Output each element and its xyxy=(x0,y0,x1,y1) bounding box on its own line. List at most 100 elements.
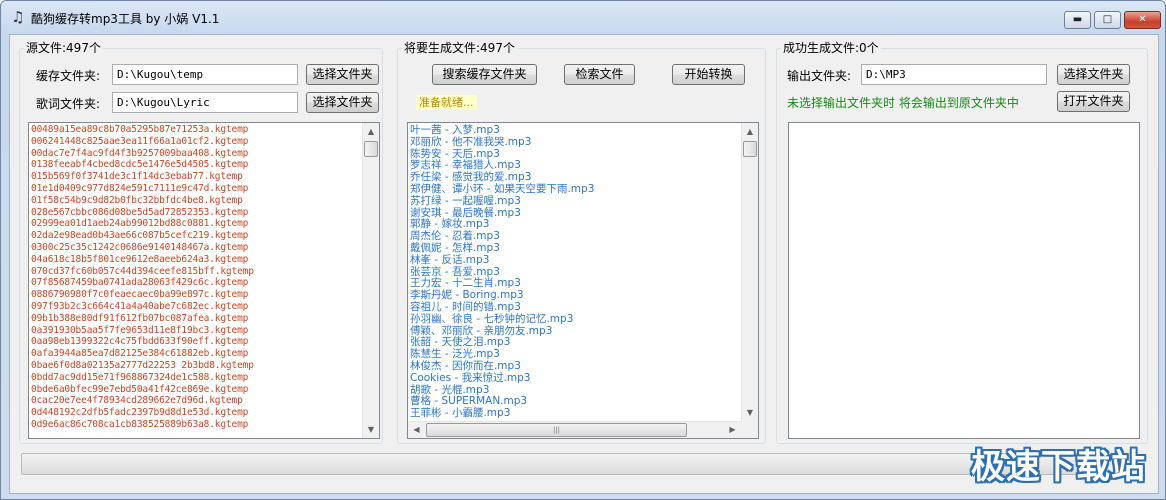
list-item[interactable]: 0bdd7ac9dd15e71f968867324de1c588.kgtemp xyxy=(31,372,254,384)
list-item[interactable]: 张韶 - 天使之泪.mp3 xyxy=(410,336,594,348)
source-count-title: 源文件:497个 xyxy=(24,41,103,55)
list-item[interactable]: 02da2e98ead0b43ae66c087b5cefc219.kgtemp xyxy=(31,230,254,242)
list-item[interactable]: 王力宏 - 十二生肖.mp3 xyxy=(410,277,594,289)
list-item[interactable]: 097f93b2c3c664c41a4a40abe7c682ec.kgtemp xyxy=(31,301,254,313)
list-item[interactable]: 林峯 - 反话.mp3 xyxy=(410,254,594,266)
generate-list-scrollbar[interactable]: ▲ ▼ xyxy=(741,123,758,421)
output-file-list[interactable] xyxy=(788,122,1140,439)
list-item[interactable]: 陈慧生 - 泛光.mp3 xyxy=(410,348,594,360)
watermark-text: 极速下载站 xyxy=(971,447,1146,487)
maximize-button[interactable]: □ xyxy=(1094,11,1121,29)
search-files-button[interactable]: 检索文件 xyxy=(564,64,635,85)
list-item[interactable]: Cookies - 我来惊过.mp3 xyxy=(410,372,594,384)
lyric-folder-input[interactable]: D:\Kugou\Lyric xyxy=(112,92,298,113)
list-item[interactable]: 罗志祥 - 幸福猎人.mp3 xyxy=(410,159,594,171)
output-folder-note: 未选择输出文件夹时 将会输出到原文件夹中 xyxy=(787,96,1019,110)
window-title: 酷狗缓存转mp3工具 by 小娲 V1.1 xyxy=(31,12,220,26)
list-item[interactable]: 乔任梁 - 感觉我的爱.mp3 xyxy=(410,171,594,183)
list-item[interactable]: 0bde6a0bfec99e7ebd50a41f42ce869e.kgtemp xyxy=(31,384,254,396)
list-item[interactable]: 0886790980f7c0feaecaec0ba99e897c.kgtemp xyxy=(31,289,254,301)
list-item[interactable]: 张芸京 - 吾爱.mp3 xyxy=(410,266,594,278)
music-note-icon: ♫ xyxy=(11,8,25,26)
list-item[interactable]: 0d9e6ac86c708ca1cb838525889b63a8.kgtemp xyxy=(31,419,254,431)
list-item[interactable]: 01f58c54b9c9d82b0fbc32bbfdc4be8.kgtemp xyxy=(31,195,254,207)
list-item[interactable]: 070cd37fc60b057c44d394ceefe815bff.kgtemp xyxy=(31,266,254,278)
list-item[interactable]: 09b1b388e80df91f612fb07bc087afea.kgtemp xyxy=(31,313,254,325)
generate-group: 将要生成文件:497个 搜索缓存文件夹 检索文件 开始转换 准备就绪... 叶一… xyxy=(397,42,766,444)
status-ready-text: 准备就绪... xyxy=(416,95,477,110)
output-folder-label: 输出文件夹: xyxy=(787,69,852,83)
search-cache-folder-button[interactable]: 搜索缓存文件夹 xyxy=(432,64,537,85)
list-item[interactable]: 07f85687459ba0741ada28063f429c6c.kgtemp xyxy=(31,277,254,289)
list-item[interactable]: 0aa98eb1399322c4c75fbdd633f90eff.kgtemp xyxy=(31,336,254,348)
scroll-right-arrow-icon[interactable]: ▶ xyxy=(724,422,741,438)
source-group: 源文件:497个 缓存文件夹: D:\Kugou\temp 选择文件夹 歌词文件… xyxy=(19,42,383,444)
list-item[interactable]: 邓丽欣 - 他不准我哭.mp3 xyxy=(410,136,594,148)
list-item[interactable]: 陈势安 - 天后.mp3 xyxy=(410,148,594,160)
title-bar[interactable]: ♫ 酷狗缓存转mp3工具 by 小娲 V1.1 ▬ □ ✕ xyxy=(1,1,1165,33)
minimize-button[interactable]: ▬ xyxy=(1064,11,1091,29)
minimize-icon: ▬ xyxy=(1072,14,1083,25)
choose-cache-folder-button[interactable]: 选择文件夹 xyxy=(306,64,379,85)
scroll-down-arrow-icon[interactable]: ▼ xyxy=(742,404,758,421)
list-item[interactable]: 苏打绿 - 一起喔喔.mp3 xyxy=(410,195,594,207)
list-item[interactable]: 0138feeabf4cbed8cdc5e1476e5d4505.kgtemp xyxy=(31,159,254,171)
success-count-title: 成功生成文件:0个 xyxy=(781,41,881,55)
scroll-corner xyxy=(741,421,758,438)
list-item[interactable]: 郭静 - 嫁妆.mp3 xyxy=(410,218,594,230)
horizontal-scroll-thumb[interactable]: ||| xyxy=(426,423,687,437)
lyric-folder-label: 歌词文件夹: xyxy=(36,97,101,111)
list-item[interactable]: 傅颖、邓丽欣 - 亲朋勿友.mp3 xyxy=(410,325,594,337)
close-icon: ✕ xyxy=(1138,14,1147,25)
list-item[interactable]: 0300c25c35c1242c0686e9140148467a.kgtemp xyxy=(31,242,254,254)
list-item[interactable]: 0d448192c2dfb5fadc2397b9d8d1e53d.kgtemp xyxy=(31,407,254,419)
choose-lyric-folder-button[interactable]: 选择文件夹 xyxy=(306,92,379,113)
list-item[interactable]: 00dac7e7f4ac9fd4f3b9257009baa408.kgtemp xyxy=(31,148,254,160)
cache-folder-input[interactable]: D:\Kugou\temp xyxy=(112,64,298,85)
list-item[interactable]: 006241448c825aae3ea11f66a1a01cf2.kgtemp xyxy=(31,136,254,148)
list-item[interactable]: 0afa3944a85ea7d82125e384c61882eb.kgtemp xyxy=(31,348,254,360)
scroll-thumb[interactable] xyxy=(743,141,757,157)
close-button[interactable]: ✕ xyxy=(1124,11,1161,29)
output-group: 成功生成文件:0个 输出文件夹: D:\MP3 选择文件夹 未选择输出文件夹时 … xyxy=(776,42,1148,444)
choose-output-folder-button[interactable]: 选择文件夹 xyxy=(1057,64,1130,85)
list-item[interactable]: 028e567cbbc086d08be5d5ad72852353.kgtemp xyxy=(31,207,254,219)
list-item[interactable]: 015b569f0f3741de3c1f14dc3ebab77.kgtemp xyxy=(31,171,254,183)
list-item[interactable]: 0cac20e7ee4f78934cd289662e7d96d.kgtemp xyxy=(31,395,254,407)
list-item[interactable]: 0bae6f0d8a02135a2777d22253 2b3bd8.kgtemp xyxy=(31,360,254,372)
open-folder-button[interactable]: 打开文件夹 xyxy=(1057,91,1130,112)
list-item[interactable]: 戴佩妮 - 怎样.mp3 xyxy=(410,242,594,254)
generate-list-hscrollbar[interactable]: ◀ ||| ▶ xyxy=(408,421,741,438)
generate-file-list[interactable]: 叶一茜 - 入梦.mp3 邓丽欣 - 他不准我哭.mp3 陈势安 - 天后.mp3 罗… xyxy=(407,122,759,439)
scroll-up-arrow-icon[interactable]: ▲ xyxy=(742,123,758,140)
list-item[interactable]: 孙羽幽、徐良 - 七秒钟的记忆.mp3 xyxy=(410,313,594,325)
scroll-thumb[interactable] xyxy=(364,141,378,157)
source-file-list[interactable]: 00489a15ea89c8b70a5295b87e71253a.kgtemp 0… xyxy=(28,122,380,439)
scroll-up-arrow-icon[interactable]: ▲ xyxy=(363,123,379,140)
list-item[interactable]: 周杰伦 - 忍着.mp3 xyxy=(410,230,594,242)
list-item[interactable]: 容祖儿 - 时间的错.mp3 xyxy=(410,301,594,313)
list-item[interactable]: 01e1d0409c977d824e591c7111e9c47d.kgtemp xyxy=(31,183,254,195)
output-folder-input[interactable]: D:\MP3 xyxy=(861,64,1047,85)
list-item[interactable]: 胡歌 - 光棍.mp3 xyxy=(410,384,594,396)
scroll-left-arrow-icon[interactable]: ◀ xyxy=(408,422,425,438)
list-item[interactable]: 02999ea01d1aeb24ab99012bd88c0881.kgtemp xyxy=(31,218,254,230)
list-item[interactable]: 王菲彬 - 小霸腰.mp3 xyxy=(410,407,594,419)
list-item[interactable]: 郑伊健、谭小环 - 如果天空要下雨.mp3 xyxy=(410,183,594,195)
client-area: 源文件:497个 缓存文件夹: D:\Kugou\temp 选择文件夹 歌词文件… xyxy=(9,34,1159,494)
scroll-down-arrow-icon[interactable]: ▼ xyxy=(363,421,379,438)
maximize-icon: □ xyxy=(1102,14,1113,25)
list-item[interactable]: 00489a15ea89c8b70a5295b87e71253a.kgtemp xyxy=(31,124,254,136)
list-item[interactable]: 李斯丹妮 - Boring.mp3 xyxy=(410,289,594,301)
app-window: ♫ 酷狗缓存转mp3工具 by 小娲 V1.1 ▬ □ ✕ 源文件:497个 缓… xyxy=(0,0,1166,500)
list-item[interactable]: 0a391930b5aa5f7fe9653d11e8f19bc3.kgtemp xyxy=(31,325,254,337)
source-list-scrollbar[interactable]: ▲ ▼ xyxy=(362,123,379,438)
cache-folder-label: 缓存文件夹: xyxy=(36,69,101,83)
list-item[interactable]: 曹格 - SUPERMAN.mp3 xyxy=(410,395,594,407)
list-item[interactable]: 叶一茜 - 入梦.mp3 xyxy=(410,124,594,136)
start-convert-button[interactable]: 开始转换 xyxy=(672,64,745,85)
list-item[interactable]: 林俊杰 - 因你而在.mp3 xyxy=(410,360,594,372)
generate-count-title: 将要生成文件:497个 xyxy=(402,41,517,55)
list-item[interactable]: 谢安琪 - 最后晚餐.mp3 xyxy=(410,207,594,219)
list-item[interactable]: 04a618c18b5f801ce9612e8aeeb624a3.kgtemp xyxy=(31,254,254,266)
